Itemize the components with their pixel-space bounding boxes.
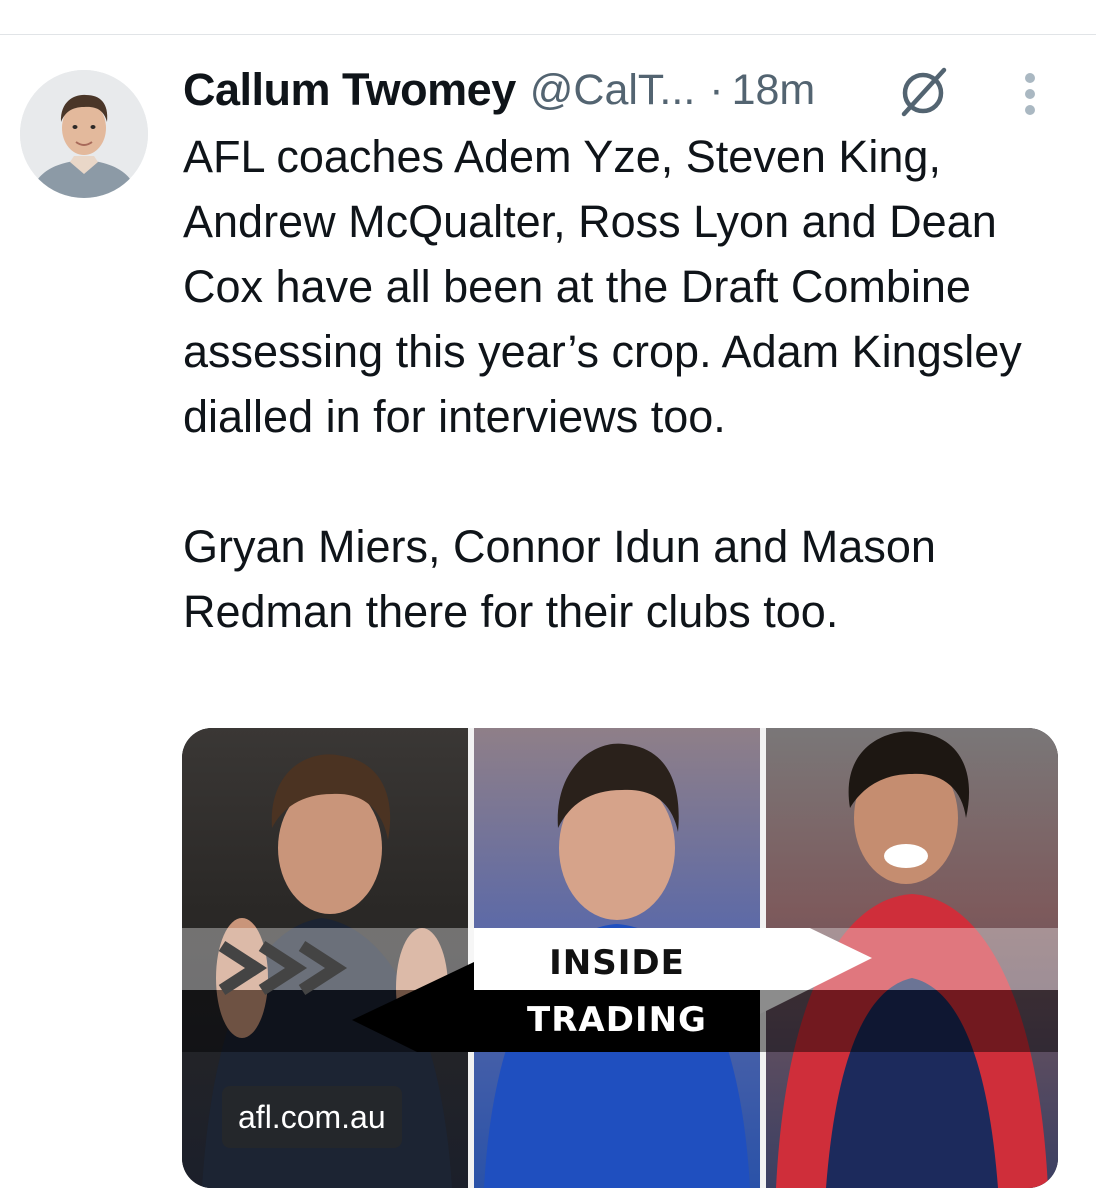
author-name[interactable]: Callum Twomey <box>183 64 516 116</box>
tweet-timestamp[interactable]: 18m <box>732 66 816 115</box>
top-divider <box>0 34 1096 35</box>
tweet-text: AFL coaches Adem Yze, Steven King, Andre… <box>183 131 1022 637</box>
author-avatar[interactable] <box>20 70 148 198</box>
avatar-photo <box>20 70 148 198</box>
link-source-badge[interactable]: afl.com.au <box>222 1086 402 1148</box>
tweet-header: Callum Twomey @CalT... · 18m <box>183 62 815 118</box>
banner-line-inside: INSIDE <box>549 943 685 983</box>
grok-icon[interactable] <box>896 64 950 118</box>
media-card[interactable]: INSIDE TRADING afl.com.au <box>182 728 1058 1188</box>
header-separator: · <box>709 65 724 114</box>
more-vertical-icon[interactable] <box>1018 72 1042 116</box>
banner-line-trading: TRADING <box>527 1000 707 1040</box>
author-handle[interactable]: @CalT... <box>530 66 696 115</box>
